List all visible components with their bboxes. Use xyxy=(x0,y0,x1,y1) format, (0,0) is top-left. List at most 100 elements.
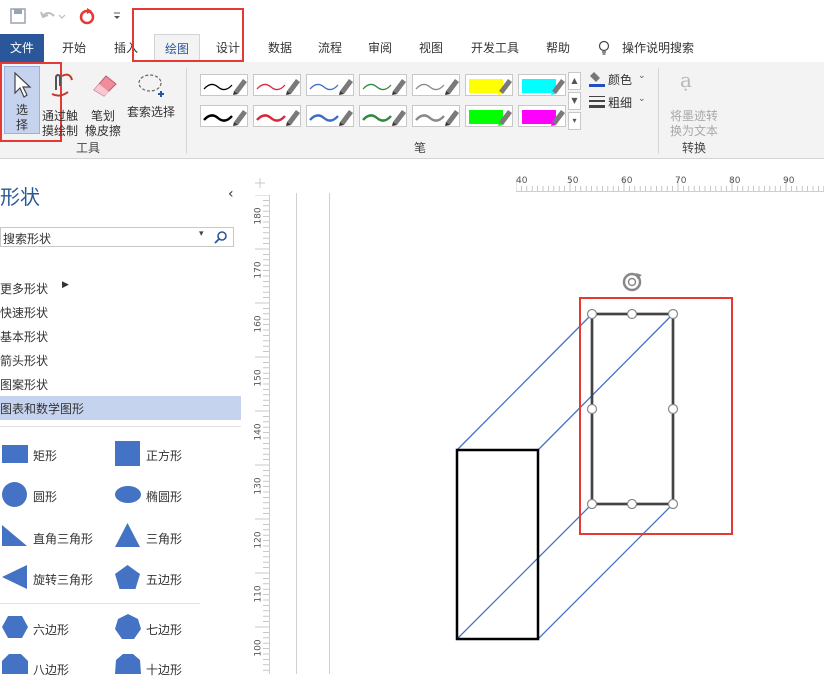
chevron-down-icon: ⌄ xyxy=(638,71,646,81)
pen-color-label: 颜色 xyxy=(608,73,633,87)
tell-me-search[interactable]: 操作说明搜索 xyxy=(622,34,702,62)
shape-circle-label: 圆形 xyxy=(33,490,58,504)
ink-to-text-label-2: 换为文本 xyxy=(669,124,718,138)
search-shapes-box[interactable]: 搜索形状 ▾ xyxy=(0,227,234,247)
pen-color-button[interactable]: 颜色 ⌄ xyxy=(588,70,650,88)
collapse-chevron-icon[interactable]: ‹ xyxy=(228,186,234,202)
shapes-pane: 形状 ‹ 搜索形状 ▾ 更多形状 ▶ 快速形状 基本形状 箭头形状 图案形状 图… xyxy=(0,159,248,677)
pen-swatch[interactable] xyxy=(200,74,248,96)
shape-hexagon-label: 六边形 xyxy=(33,623,70,637)
lasso-select-button[interactable]: 套索选择 xyxy=(124,66,178,119)
search-icon[interactable] xyxy=(214,230,228,247)
pen-swatch[interactable] xyxy=(359,105,407,127)
eraser-icon xyxy=(90,72,118,101)
pen-swatch[interactable] xyxy=(465,105,513,127)
pen-swatch[interactable] xyxy=(412,105,460,127)
touch-label-2: 摸绘制 xyxy=(41,124,78,138)
drawing-shapes[interactable] xyxy=(248,159,824,674)
highlight-box-tabs xyxy=(132,8,244,62)
pen-scroll-down-button[interactable]: ▼ xyxy=(568,92,581,110)
pen-swatch[interactable] xyxy=(518,74,566,96)
pen-swatch[interactable] xyxy=(200,105,248,127)
shape-decagon-label: 十边形 xyxy=(146,663,183,677)
stroke-eraser-button[interactable]: 笔划 橡皮擦 xyxy=(82,66,124,138)
pen-swatch[interactable] xyxy=(412,74,460,96)
nav-charts-math-label: 图表和数学图形 xyxy=(0,402,85,416)
tab-process[interactable]: 流程 xyxy=(308,34,352,62)
shape-rectangle-label: 矩形 xyxy=(33,449,58,463)
triangle-right-icon: ▶ xyxy=(62,280,69,290)
drawing-canvas[interactable]: 40 50 60 70 80 90 180 170 160 150 140 13… xyxy=(248,159,824,674)
touch-draw-button[interactable]: 通过触 摸绘制 xyxy=(40,66,80,138)
dropdown-arrow-icon[interactable]: ▾ xyxy=(199,229,204,239)
tab-review[interactable]: 审阅 xyxy=(358,34,402,62)
pen-weight-label: 粗细 xyxy=(608,96,633,110)
pen-swatch[interactable] xyxy=(465,74,513,96)
shape-heptagon[interactable] xyxy=(115,614,141,643)
undo-icon[interactable] xyxy=(40,8,66,27)
nav-arrow-shapes[interactable]: 箭头形状 xyxy=(0,352,48,369)
tab-file[interactable]: 文件 xyxy=(0,34,44,62)
tab-help[interactable]: 帮助 xyxy=(536,34,580,62)
pen-gallery-more-button[interactable]: ▾ xyxy=(568,112,581,130)
ink-to-text-button: ạ 将墨迹转 换为文本 xyxy=(664,66,724,138)
shape-pentagon[interactable] xyxy=(115,565,140,592)
tab-developer[interactable]: 开发工具 xyxy=(462,34,528,62)
touch-draw-icon xyxy=(48,70,74,103)
nav-basic-shapes[interactable]: 基本形状 xyxy=(0,328,48,345)
shape-triangle[interactable] xyxy=(115,523,140,550)
pen-swatch[interactable] xyxy=(306,74,354,96)
ink-to-text-label-1: 将墨迹转 xyxy=(669,109,718,123)
divider xyxy=(0,426,241,427)
shape-circle[interactable] xyxy=(2,482,27,510)
shape-octagon-label: 八边形 xyxy=(33,663,70,677)
pen-color-icon xyxy=(588,70,606,91)
shape-right-triangle-label: 直角三角形 xyxy=(33,532,94,546)
shape-triangle-label: 三角形 xyxy=(146,532,183,546)
tab-view[interactable]: 视图 xyxy=(409,34,453,62)
tab-home[interactable]: 开始 xyxy=(52,34,96,62)
pen-swatch[interactable] xyxy=(253,74,301,96)
save-icon[interactable] xyxy=(10,8,26,27)
nav-more-shapes[interactable]: 更多形状 xyxy=(0,280,48,297)
lasso-label: 套索选择 xyxy=(126,105,175,119)
convert-group-label: 转换 xyxy=(681,141,706,155)
shape-heptagon-label: 七边形 xyxy=(146,623,183,637)
shape-rotated-triangle[interactable] xyxy=(2,565,27,592)
pane-title: 形状 xyxy=(0,185,40,209)
shape-square[interactable] xyxy=(115,441,140,469)
shape-pentagon-label: 五边形 xyxy=(146,573,183,587)
search-input[interactable]: 搜索形状 xyxy=(3,230,51,247)
shape-square-label: 正方形 xyxy=(146,449,183,463)
tab-data[interactable]: 数据 xyxy=(258,34,302,62)
rotate-handle-icon[interactable] xyxy=(622,272,642,292)
nav-charts-math-selected[interactable]: 图表和数学图形 xyxy=(0,396,241,420)
shape-rectangle[interactable] xyxy=(2,445,28,466)
pens-group-label: 笔 xyxy=(413,141,426,155)
shape-right-triangle[interactable] xyxy=(2,525,27,549)
pen-swatch[interactable] xyxy=(306,105,354,127)
chevron-down-icon: ⌄ xyxy=(638,94,646,104)
divider xyxy=(0,603,200,604)
pen-weight-icon xyxy=(588,95,606,112)
nav-pattern-shapes[interactable]: 图案形状 xyxy=(0,376,48,393)
nav-quick-shapes[interactable]: 快速形状 xyxy=(0,304,48,321)
shape-ellipse-label: 椭圆形 xyxy=(146,490,183,504)
shape-rotated-triangle-label: 旋转三角形 xyxy=(33,573,94,587)
customize-icon[interactable] xyxy=(112,10,122,24)
lasso-icon xyxy=(136,72,166,103)
pen-scroll-up-button[interactable]: ▲ xyxy=(568,72,581,90)
ribbon-tab-bar: 文件 开始 插入 绘图 设计 数据 流程 审阅 视图 开发工具 帮助 操作说明搜… xyxy=(0,34,824,62)
pen-swatch[interactable] xyxy=(253,105,301,127)
pen-swatch[interactable] xyxy=(359,74,407,96)
highlight-box-shape xyxy=(579,297,733,535)
pen-swatch[interactable] xyxy=(518,105,566,127)
redo-icon[interactable] xyxy=(78,7,96,28)
pen-weight-button[interactable]: 粗细 ⌄ xyxy=(588,93,650,111)
front-rectangle[interactable] xyxy=(455,448,540,641)
group-separator xyxy=(186,68,187,154)
shape-hexagon[interactable] xyxy=(2,616,28,641)
eraser-label-2: 橡皮擦 xyxy=(84,124,121,138)
shape-ellipse[interactable] xyxy=(115,486,141,506)
eraser-label-1: 笔划 xyxy=(90,109,115,123)
